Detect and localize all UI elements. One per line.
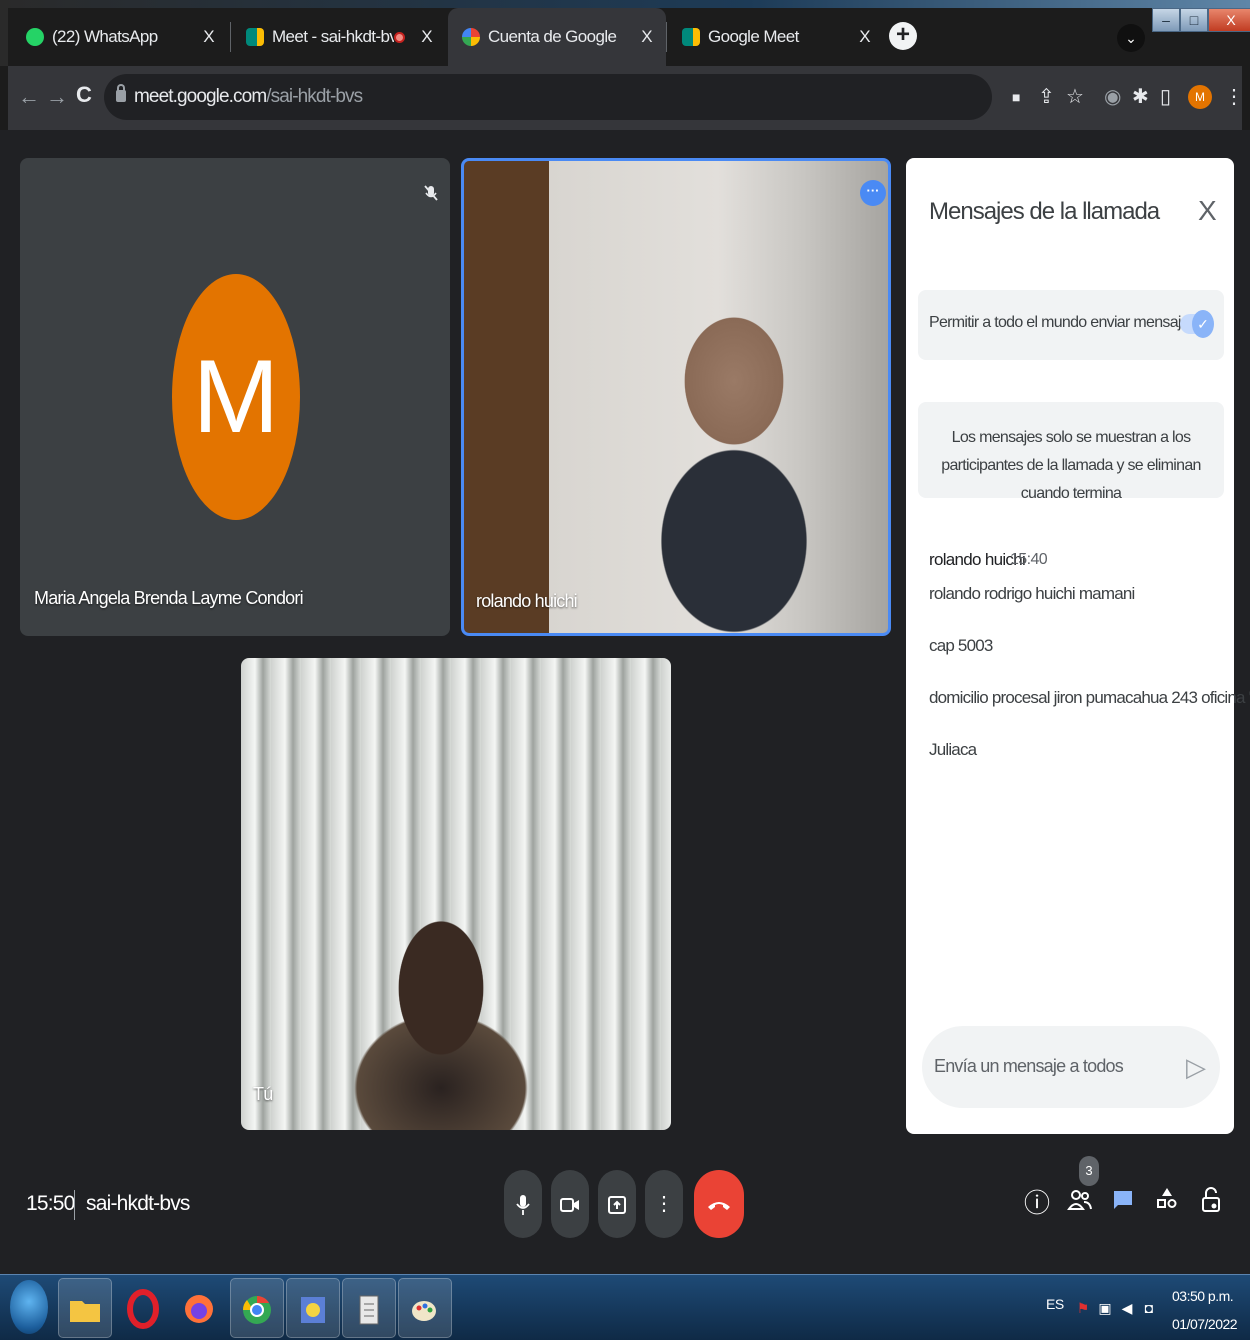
google-icon: [462, 28, 480, 46]
clock-date[interactable]: 01/07/2022: [1172, 1316, 1238, 1332]
tab-search-button[interactable]: ⌄: [1117, 24, 1145, 52]
tab-meet-sai-hkdt-bvs[interactable]: Meet - sai-hkdt-bvs X: [232, 8, 446, 66]
tab-whatsapp[interactable]: (22) WhatsApp X: [12, 8, 228, 66]
window-close-button[interactable]: X: [1208, 8, 1250, 32]
url-path: /sai-hkdt-bvs: [266, 86, 363, 107]
more-options-button[interactable]: ⋮: [645, 1170, 683, 1238]
meeting-details-icon[interactable]: ⓘ: [1024, 1186, 1050, 1220]
reload-icon[interactable]: C: [76, 84, 92, 106]
participant-name: Tú: [253, 1084, 273, 1104]
maximize-button[interactable]: □: [1180, 8, 1208, 32]
start-button[interactable]: [10, 1280, 48, 1334]
people-icon[interactable]: [1066, 1186, 1094, 1220]
message-line: rolando rodrigo huichi mamani: [929, 584, 1135, 603]
mic-off-icon: [418, 180, 444, 206]
close-icon[interactable]: X: [421, 27, 432, 47]
close-chat-button[interactable]: X: [1198, 196, 1217, 226]
present-screen-button[interactable]: [598, 1170, 636, 1238]
avatar: M: [172, 274, 300, 520]
meet-icon: [246, 28, 264, 46]
message-line: domicilio procesal jiron pumacahua 243 o…: [929, 688, 1250, 707]
chat-title: Mensajes de la llamada: [929, 198, 1160, 225]
new-tab-button[interactable]: +: [889, 22, 917, 50]
participant-count-badge: 3: [1079, 1156, 1099, 1186]
side-panel-icon[interactable]: ▯: [1160, 86, 1171, 108]
chat-icon[interactable]: [1110, 1186, 1136, 1220]
lock-icon[interactable]: [116, 84, 126, 102]
camera-in-use-icon[interactable]: ■: [1012, 86, 1020, 108]
minimize-button[interactable]: –: [1152, 8, 1180, 32]
host-controls-icon[interactable]: [1198, 1186, 1224, 1222]
profile-avatar[interactable]: M: [1188, 85, 1212, 109]
network-icon[interactable]: ▣: [1098, 1298, 1112, 1318]
tab-separator: [666, 22, 667, 52]
tab-cuenta-de-google[interactable]: Cuenta de Google X: [448, 8, 666, 66]
divider: [74, 1190, 75, 1220]
meet-icon: [682, 28, 700, 46]
opera-icon[interactable]: [116, 1278, 170, 1338]
participant-tile-maria[interactable]: M Maria Angela Brenda Layme Condori: [20, 158, 450, 636]
close-icon[interactable]: X: [641, 27, 652, 47]
participant-tile-rolando[interactable]: rolando huichi: [461, 158, 891, 636]
camera-button[interactable]: [551, 1170, 589, 1238]
close-icon[interactable]: X: [859, 27, 870, 47]
back-icon[interactable]: ←: [18, 86, 40, 108]
more-options-icon[interactable]: ···: [860, 180, 886, 206]
participant-name: Maria Angela Brenda Layme Condori: [34, 588, 304, 608]
leave-call-button[interactable]: [694, 1170, 744, 1238]
chat-info-text: Los mensajes solo se muestran a los part…: [941, 429, 1201, 502]
file-explorer-icon[interactable]: [58, 1278, 112, 1338]
check-icon[interactable]: ✓: [1192, 310, 1214, 338]
browser-menu-icon[interactable]: ⋮: [1224, 86, 1244, 108]
bookmark-star-icon[interactable]: ☆: [1066, 86, 1084, 108]
url-text[interactable]: meet.google.com/sai-hkdt-bvs: [134, 86, 363, 108]
tab-google-meet[interactable]: Google Meet X: [668, 8, 884, 66]
extension-icon[interactable]: ◉: [1104, 86, 1121, 108]
message-time: 15:40: [1010, 551, 1048, 568]
participant-name: rolando huichi: [476, 591, 578, 611]
recording-icon: [394, 31, 406, 43]
network-alert-icon[interactable]: ⚑: [1076, 1298, 1090, 1318]
meeting-clock: 15:50: [26, 1192, 75, 1215]
share-icon[interactable]: ⇪: [1038, 86, 1055, 108]
language-indicator[interactable]: ES: [1046, 1296, 1064, 1312]
message-line: cap 5003: [929, 636, 993, 655]
control-panel-icon[interactable]: [286, 1278, 340, 1338]
tab-separator: [230, 22, 231, 52]
close-icon[interactable]: X: [203, 27, 214, 47]
firefox-icon[interactable]: [172, 1278, 226, 1338]
permission-label: Permitir a todo el mundo enviar mensajes: [929, 314, 1197, 331]
tab-title: (22) WhatsApp: [52, 27, 158, 46]
volume-icon[interactable]: ◀: [1120, 1298, 1134, 1318]
tab-title: Google Meet: [708, 27, 799, 46]
paint-icon[interactable]: [398, 1278, 452, 1338]
tab-title: Meet - sai-hkdt-bvs: [272, 27, 395, 46]
participant-tile-self[interactable]: Tú: [241, 658, 671, 1130]
extensions-puzzle-icon[interactable]: ✱: [1132, 86, 1149, 108]
forward-icon[interactable]: →: [46, 86, 68, 108]
clock-time[interactable]: 03:50 p.m.: [1172, 1288, 1234, 1304]
security-icon[interactable]: ◘: [1142, 1298, 1156, 1318]
microphone-button[interactable]: [504, 1170, 542, 1238]
chrome-icon[interactable]: [230, 1278, 284, 1338]
url-host: meet.google.com: [134, 86, 267, 107]
message-line: Juliaca: [929, 740, 977, 759]
activities-icon[interactable]: [1154, 1186, 1180, 1220]
window-controls: – □ X: [1152, 8, 1250, 32]
chat-input-placeholder: Envía un mensaje a todos: [934, 1056, 1124, 1076]
send-icon[interactable]: ▷: [1186, 1052, 1206, 1082]
archive-icon[interactable]: [342, 1278, 396, 1338]
tab-title: Cuenta de Google: [488, 27, 617, 46]
meeting-code: sai-hkdt-bvs: [86, 1192, 190, 1215]
whatsapp-icon: [26, 28, 44, 46]
